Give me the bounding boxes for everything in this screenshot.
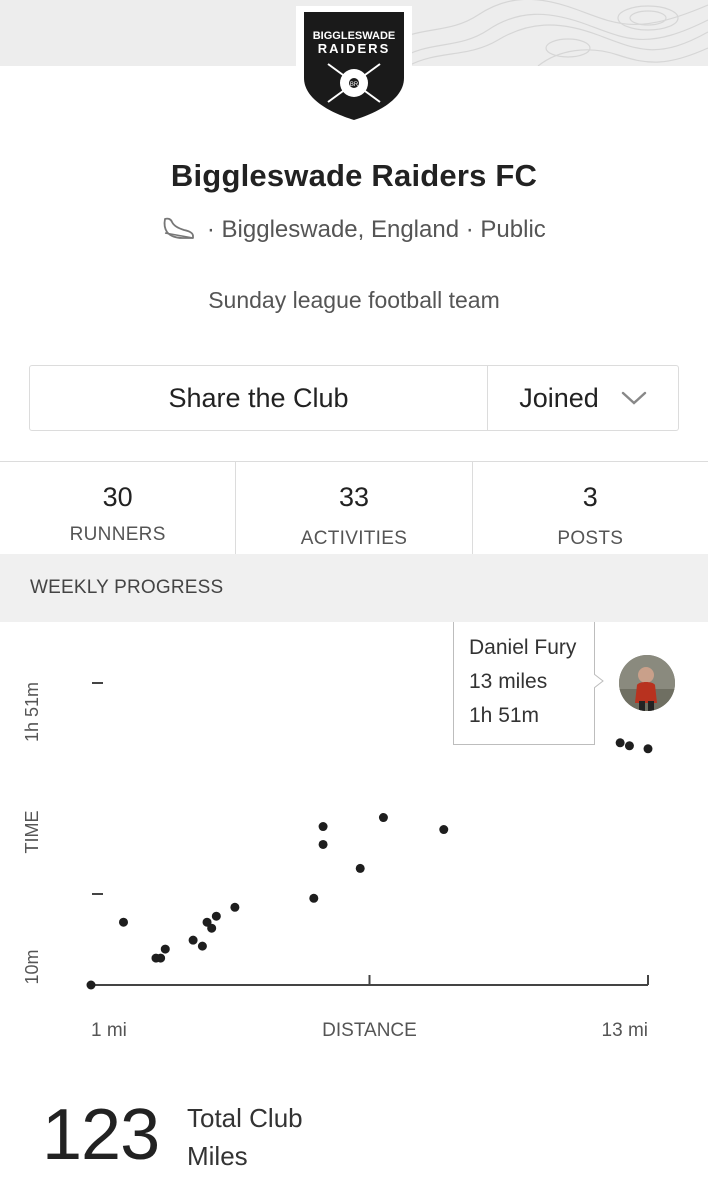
club-visibility: Public	[480, 216, 546, 243]
y-tick-label: 1h 51m	[22, 682, 42, 742]
meta-separator: ·	[465, 216, 474, 243]
badge-initials: BR	[350, 82, 359, 88]
data-point	[188, 935, 198, 945]
club-description: Sunday league football team	[208, 287, 500, 313]
tooltip-distance: 13 miles	[469, 670, 548, 693]
x-tick-label: 1 mi	[91, 1020, 127, 1041]
club-location: Biggleswade, England	[221, 216, 460, 243]
chevron-down-icon	[621, 391, 646, 405]
tooltip-time: 1h 51m	[469, 704, 540, 727]
badge-line2: RAIDERS	[318, 41, 391, 56]
club-stats: 30 RUNNERS 33 ACTIVITIES 3 POSTS	[0, 461, 708, 555]
total-miles-caption: Total Club Miles	[187, 1099, 303, 1175]
data-point	[624, 741, 634, 751]
data-point	[211, 911, 221, 921]
data-point	[207, 923, 217, 933]
section-title: WEEKLY PROGRESS	[30, 577, 224, 598]
data-point	[615, 738, 625, 748]
data-point	[230, 902, 240, 912]
stat-value: 3	[582, 482, 598, 512]
data-point	[643, 744, 653, 754]
stat-label: RUNNERS	[69, 524, 166, 545]
joined-label: Joined	[519, 382, 599, 413]
share-club-button[interactable]: Share the Club	[30, 366, 488, 430]
club-name: Biggleswade Raiders FC	[170, 158, 538, 193]
weekly-progress-header: WEEKLY PROGRESS	[0, 554, 708, 622]
data-point	[439, 825, 449, 835]
athlete-avatar[interactable]	[619, 655, 675, 711]
data-point	[318, 822, 328, 832]
stat-label: POSTS	[557, 528, 624, 549]
data-point	[160, 944, 170, 954]
athlete-tooltip: Daniel Fury 13 miles 1h 51m	[453, 622, 595, 745]
stat-posts[interactable]: 3 POSTS	[471, 462, 708, 555]
data-point	[318, 839, 328, 849]
tooltip-name: Daniel Fury	[469, 636, 577, 659]
x-tick-label: 13 mi	[602, 1020, 648, 1041]
tooltip-pointer	[594, 674, 604, 688]
data-point	[355, 863, 365, 873]
joined-dropdown-button[interactable]: Joined	[488, 366, 678, 430]
y-tick-label: 10m	[22, 949, 42, 984]
stat-activities[interactable]: 33 ACTIVITIES	[235, 462, 471, 555]
data-point	[86, 980, 96, 990]
total-miles-value: 123	[42, 1095, 160, 1175]
stat-value: 30	[102, 482, 133, 512]
club-badge: BIGGLESWADE RAIDERS BR	[296, 6, 412, 126]
meta-separator: ·	[206, 216, 215, 243]
total-miles-label-line1: Total Club	[187, 1103, 303, 1133]
x-axis-label: DISTANCE	[322, 1020, 417, 1041]
data-point	[156, 953, 166, 963]
total-miles-label-line2: Miles	[187, 1141, 248, 1171]
stat-runners[interactable]: 30 RUNNERS	[0, 462, 235, 555]
club-meta: · Biggleswade, England · Public	[0, 215, 708, 248]
data-point	[197, 941, 207, 951]
stat-label: ACTIVITIES	[300, 528, 408, 549]
data-point	[118, 917, 128, 927]
y-axis-label: TIME	[22, 811, 42, 854]
data-point	[309, 893, 319, 903]
club-logo: BIGGLESWADE RAIDERS BR	[304, 12, 404, 120]
share-club-label: Share the Club	[168, 382, 349, 413]
shoe-icon	[162, 215, 196, 248]
topographic-pattern	[388, 0, 708, 66]
club-action-bar: Share the Club Joined	[29, 365, 679, 431]
stat-value: 33	[338, 482, 370, 512]
data-point	[378, 813, 388, 823]
